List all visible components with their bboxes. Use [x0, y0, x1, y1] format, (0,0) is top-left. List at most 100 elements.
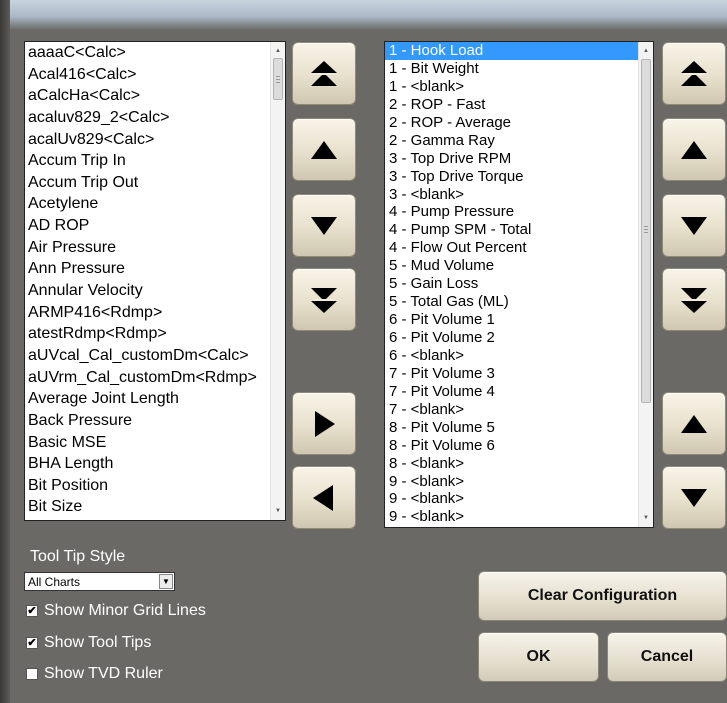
tool-tip-style-value: All Charts — [28, 575, 81, 589]
configured-channel-item[interactable]: 9 - <blank> — [385, 473, 653, 491]
configured-channel-item[interactable]: 3 - Top Drive RPM — [385, 150, 653, 168]
configured-channel-item[interactable]: 6 - <blank> — [385, 347, 653, 365]
available-channel-item[interactable]: aUVcal_Cal_customDm<Calc> — [25, 345, 285, 367]
tool-tips-label: Show Tool Tips — [44, 634, 152, 651]
cancel-button[interactable]: Cancel — [607, 632, 727, 682]
configured-channel-item[interactable]: 7 - <blank> — [385, 401, 653, 419]
tool-tip-style-label: Tool Tip Style — [30, 548, 126, 565]
right-move-up-button[interactable] — [662, 118, 726, 181]
up-arrow-icon — [311, 140, 337, 159]
available-channels-items: aaaaC<Calc> Acal416<Calc> aCalcHa<Calc> aca… — [25, 42, 285, 518]
configured-channel-item[interactable]: 4 - Pump Pressure — [385, 203, 653, 221]
slot-down-button[interactable] — [662, 466, 726, 529]
configured-channel-item[interactable]: 8 - <blank> — [385, 455, 653, 473]
ok-button[interactable]: OK — [478, 632, 599, 682]
move-up-button[interactable] — [292, 118, 356, 181]
available-channel-item[interactable]: AD ROP — [25, 215, 285, 237]
up-arrow-icon — [681, 414, 707, 433]
configured-channel-item[interactable]: 3 - <blank> — [385, 186, 653, 204]
scrollbar-thumb[interactable] — [273, 58, 283, 100]
configured-channel-item[interactable]: 1 - Bit Weight — [385, 60, 653, 78]
available-channel-item[interactable]: Accum Trip In — [25, 150, 285, 172]
available-channel-item[interactable]: Average Joint Length — [25, 388, 285, 410]
move-bottom-button[interactable] — [292, 268, 356, 331]
minor-grid-label: Show Minor Grid Lines — [44, 602, 206, 619]
up-arrow-icon — [681, 140, 707, 159]
configured-channel-item[interactable]: 5 - Mud Volume — [385, 257, 653, 275]
available-channel-item[interactable]: acaluv829_2<Calc> — [25, 107, 285, 129]
available-channel-item[interactable]: aaaaC<Calc> — [25, 42, 285, 64]
available-channel-item[interactable]: Annular Velocity — [25, 280, 285, 302]
double-up-arrow-icon — [311, 60, 337, 86]
configured-channel-item[interactable]: 2 - ROP - Fast — [385, 96, 653, 114]
configured-channel-item[interactable]: 5 - Gain Loss — [385, 275, 653, 293]
configured-channel-item[interactable]: 9 - <blank> — [385, 490, 653, 508]
configured-channel-item[interactable]: 3 - Top Drive Torque — [385, 168, 653, 186]
configured-channel-item[interactable]: 6 - Pit Volume 2 — [385, 329, 653, 347]
slot-up-button[interactable] — [662, 392, 726, 455]
available-channel-item[interactable]: ARMP416<Rdmp> — [25, 302, 285, 324]
scroll-down-arrow-icon[interactable]: ▼ — [271, 504, 285, 518]
tvd-ruler-label: Show TVD Ruler — [44, 665, 163, 682]
configured-channels-scrollbar[interactable]: ▲ ▼ — [638, 42, 653, 527]
available-channel-item[interactable]: BHA Length — [25, 453, 285, 475]
configured-channel-item[interactable]: 7 - Pit Volume 4 — [385, 383, 653, 401]
right-move-bottom-button[interactable] — [662, 268, 726, 331]
available-channel-item[interactable]: Bit Position — [25, 475, 285, 497]
configured-channel-item[interactable]: 8 - Pit Volume 6 — [385, 437, 653, 455]
double-up-arrow-icon — [681, 60, 707, 86]
configured-channel-item[interactable]: 8 - Pit Volume 5 — [385, 419, 653, 437]
clear-configuration-button[interactable]: Clear Configuration — [478, 571, 727, 621]
available-channel-item[interactable]: Basic MSE — [25, 432, 285, 454]
double-down-arrow-icon — [681, 287, 707, 313]
configured-channel-item[interactable]: 9 - <blank> — [385, 508, 653, 526]
down-arrow-icon — [311, 216, 337, 235]
configured-channel-item[interactable]: 5 - Total Gas (ML) — [385, 293, 653, 311]
available-channel-item[interactable]: Back Pressure — [25, 410, 285, 432]
available-channel-item[interactable]: acalUv829<Calc> — [25, 129, 285, 151]
available-channel-item[interactable]: aUVrm_Cal_customDm<Rdmp> — [25, 367, 285, 389]
move-down-button[interactable] — [292, 194, 356, 257]
right-arrow-icon — [315, 410, 335, 437]
configured-channel-item[interactable]: 4 - Flow Out Percent — [385, 239, 653, 257]
chevron-down-icon[interactable]: ▼ — [159, 574, 173, 589]
configured-channel-item[interactable]: 2 - ROP - Average — [385, 114, 653, 132]
configured-channel-item[interactable]: 7 - Pit Volume 3 — [385, 365, 653, 383]
left-arrow-icon — [313, 484, 333, 511]
available-channels-scrollbar[interactable]: ▲ ▼ — [270, 42, 285, 520]
configured-channel-item[interactable]: 1 - <blank> — [385, 78, 653, 96]
configured-channel-item[interactable]: 2 - Gamma Ray — [385, 132, 653, 150]
minor-grid-checkbox[interactable]: ✔ — [26, 605, 38, 617]
tool-tip-style-select[interactable]: All Charts ▼ — [24, 572, 175, 591]
right-move-top-button[interactable] — [662, 42, 726, 105]
move-top-button[interactable] — [292, 42, 356, 105]
remove-channel-button[interactable] — [292, 466, 356, 529]
tvd-ruler-checkbox[interactable] — [26, 668, 38, 680]
available-channel-item[interactable]: aCalcHa<Calc> — [25, 85, 285, 107]
available-channels-list[interactable]: aaaaC<Calc> Acal416<Calc> aCalcHa<Calc> aca… — [24, 41, 286, 521]
available-channel-item[interactable]: Acal416<Calc> — [25, 64, 285, 86]
configured-channel-item[interactable]: 4 - Pump SPM - Total — [385, 221, 653, 239]
available-channel-item[interactable]: Acetylene — [25, 193, 285, 215]
scroll-down-arrow-icon[interactable]: ▼ — [639, 511, 653, 525]
right-move-down-button[interactable] — [662, 194, 726, 257]
down-arrow-icon — [681, 488, 707, 507]
window-title-strip — [0, 0, 727, 30]
window-left-edge — [0, 0, 10, 703]
available-channel-item[interactable]: Accum Trip Out — [25, 172, 285, 194]
available-channel-item[interactable]: Ann Pressure — [25, 258, 285, 280]
configured-channel-item[interactable]: 1 - Hook Load — [385, 42, 653, 60]
available-channel-item[interactable]: Bit Size — [25, 496, 285, 518]
configured-channel-item[interactable]: 6 - Pit Volume 1 — [385, 311, 653, 329]
scroll-up-arrow-icon[interactable]: ▲ — [639, 44, 653, 58]
available-channel-item[interactable]: Air Pressure — [25, 237, 285, 259]
configured-channels-items: 1 - Hook Load 1 - Bit Weight 1 - <blank> 2 … — [385, 42, 653, 526]
tool-tips-checkbox[interactable]: ✔ — [26, 637, 38, 649]
configured-channels-list[interactable]: 1 - Hook Load 1 - Bit Weight 1 - <blank> 2 … — [384, 41, 654, 528]
scrollbar-thumb[interactable] — [641, 59, 651, 403]
add-channel-button[interactable] — [292, 392, 356, 455]
double-down-arrow-icon — [311, 287, 337, 313]
down-arrow-icon — [681, 216, 707, 235]
available-channel-item[interactable]: atestRdmp<Rdmp> — [25, 323, 285, 345]
scroll-up-arrow-icon[interactable]: ▲ — [271, 44, 285, 58]
